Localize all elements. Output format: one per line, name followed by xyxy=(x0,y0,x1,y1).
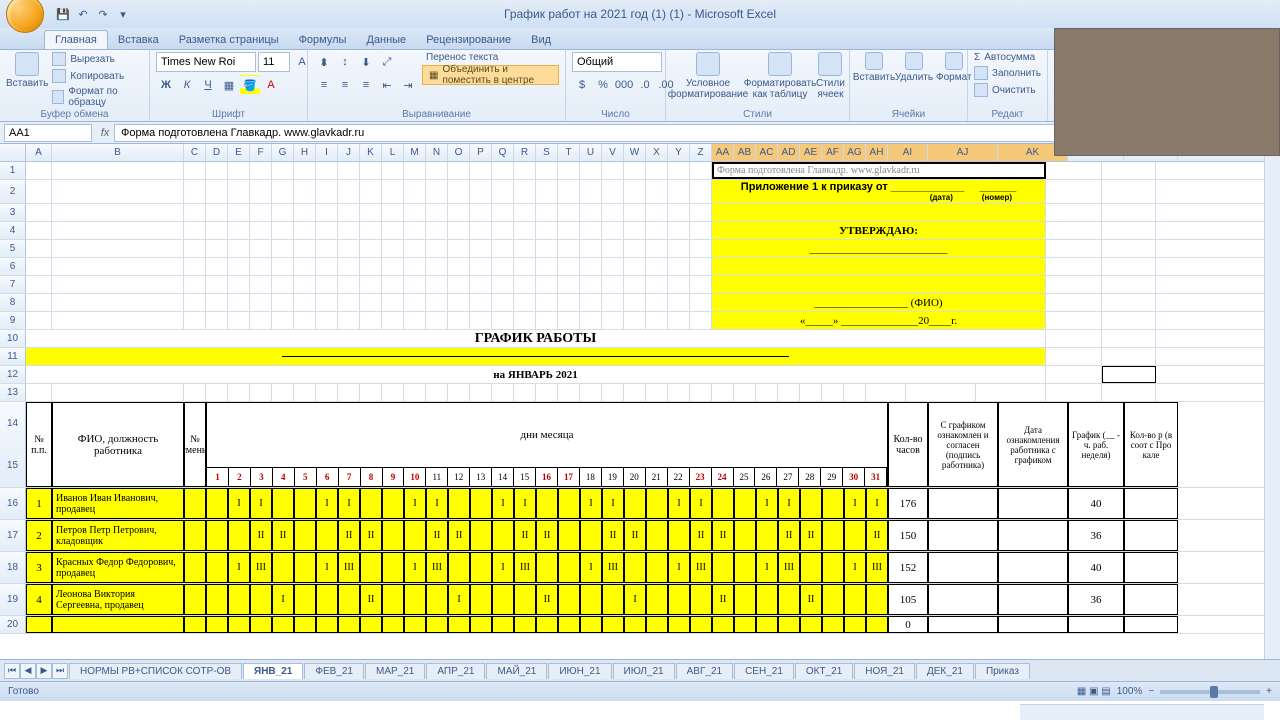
zoom-slider[interactable] xyxy=(1160,690,1260,694)
ribbon-tab-5[interactable]: Рецензирование xyxy=(416,31,521,49)
status-bar: Готово ▦ ▣ ▤ 100% − + xyxy=(0,681,1280,701)
align-left[interactable]: ≡ xyxy=(314,75,334,95)
sheet-nav-prev[interactable]: ◀ xyxy=(20,663,36,679)
sheet-nav-first[interactable]: ⏮ xyxy=(4,663,20,679)
paste-button[interactable]: Вставить xyxy=(6,52,48,89)
font-name-input[interactable] xyxy=(156,52,256,72)
redo-icon[interactable]: ↷ xyxy=(94,5,112,23)
sheet-tab[interactable]: МАЙ_21 xyxy=(486,663,547,679)
sheet-tab[interactable]: МАР_21 xyxy=(365,663,425,679)
border-button[interactable]: ▦ xyxy=(219,75,239,95)
indent-inc[interactable]: ⇥ xyxy=(398,75,418,95)
webcam-overlay xyxy=(1054,28,1280,156)
percent-button[interactable]: % xyxy=(593,75,613,95)
group-cells: Вставить Удалить Формат Ячейки xyxy=(850,50,968,121)
autosum-button[interactable]: ΣАвтосумма xyxy=(974,52,1041,63)
sheet-tab[interactable]: ДЕК_21 xyxy=(916,663,974,679)
sheet-tab[interactable]: Приказ xyxy=(975,663,1030,679)
indent-dec[interactable]: ⇤ xyxy=(377,75,397,95)
format-table-button[interactable]: Форматировать как таблицу xyxy=(748,52,812,100)
worksheet-grid[interactable]: ABCDEFGHIJKLMNOPQRSTUVWXYZAAABACADAEAFAG… xyxy=(0,144,1280,659)
title-bar: 💾 ↶ ↷ ▾ График работ на 2021 год (1) (1)… xyxy=(0,0,1280,28)
insert-cells-button[interactable]: Вставить xyxy=(856,52,892,83)
sheet-tab[interactable]: ИЮН_21 xyxy=(548,663,611,679)
format-painter-button[interactable]: Формат по образцу xyxy=(52,86,143,108)
orientation[interactable]: ⤢ xyxy=(377,52,397,72)
sheet-tab[interactable]: ЯНВ_21 xyxy=(243,663,303,679)
ribbon-tab-4[interactable]: Данные xyxy=(356,31,416,49)
horizontal-scrollbar[interactable] xyxy=(1020,704,1264,720)
name-box[interactable] xyxy=(4,124,92,142)
currency-button[interactable]: $ xyxy=(572,75,592,95)
font-color-button[interactable]: A xyxy=(261,75,281,95)
sheet-tab[interactable]: НОЯ_21 xyxy=(854,663,915,679)
group-number: $ % 000 .0 .00 Число xyxy=(566,50,666,121)
align-middle[interactable]: ↕ xyxy=(335,52,355,72)
inc-decimal[interactable]: .0 xyxy=(635,75,655,95)
view-buttons[interactable]: ▦ ▣ ▤ xyxy=(1077,686,1111,697)
group-clipboard: Вставить Вырезать Копировать Формат по о… xyxy=(0,50,150,121)
copy-button[interactable]: Копировать xyxy=(52,69,143,83)
align-top[interactable]: ⬆ xyxy=(314,52,334,72)
conditional-format-button[interactable]: Условное форматирование xyxy=(672,52,744,100)
cut-button[interactable]: Вырезать xyxy=(52,52,143,66)
ribbon-tab-1[interactable]: Вставка xyxy=(108,31,169,49)
sheet-tab[interactable]: АВГ_21 xyxy=(676,663,733,679)
group-styles: Условное форматирование Форматировать ка… xyxy=(666,50,850,121)
save-icon[interactable]: 💾 xyxy=(54,5,72,23)
fill-color-button[interactable]: 🪣 xyxy=(240,75,260,95)
sheet-tab[interactable]: СЕН_21 xyxy=(734,663,794,679)
wrap-text-button[interactable]: Перенос текста xyxy=(422,52,559,63)
sheet-tab-bar: ⏮ ◀ ▶ ⏭ НОРМЫ РВ+СПИСОК СОТР-ОВЯНВ_21ФЕВ… xyxy=(0,659,1280,681)
ribbon-tab-6[interactable]: Вид xyxy=(521,31,561,49)
sheet-tab[interactable]: ФЕВ_21 xyxy=(304,663,364,679)
merge-center-button[interactable]: ▦Объединить и поместить в центре xyxy=(422,65,559,85)
comma-button[interactable]: 000 xyxy=(614,75,634,95)
fill-button[interactable]: Заполнить xyxy=(974,66,1041,80)
group-alignment: ⬆ ↕ ⬇ ⤢ ≡ ≡ ≡ ⇤ ⇥ Перенос текста ▦Объеди… xyxy=(308,50,566,121)
align-center[interactable]: ≡ xyxy=(335,75,355,95)
sheet-nav-next[interactable]: ▶ xyxy=(36,663,52,679)
sheet-tab[interactable]: ОКТ_21 xyxy=(795,663,853,679)
clear-button[interactable]: Очистить xyxy=(974,83,1041,97)
format-cells-button[interactable]: Формат xyxy=(936,52,972,83)
ribbon-tab-0[interactable]: Главная xyxy=(44,30,108,49)
zoom-in[interactable]: + xyxy=(1266,686,1272,697)
fx-icon[interactable]: fx xyxy=(96,127,114,139)
status-ready: Готово xyxy=(8,686,39,697)
delete-cells-button[interactable]: Удалить xyxy=(896,52,932,83)
sheet-tab[interactable]: АПР_21 xyxy=(426,663,485,679)
underline-button[interactable]: Ч xyxy=(198,75,218,95)
sheet-tab[interactable]: ИЮЛ_21 xyxy=(613,663,675,679)
group-font: A A Ж К Ч ▦ 🪣 A Шрифт xyxy=(150,50,308,121)
zoom-out[interactable]: − xyxy=(1148,686,1154,697)
align-bottom[interactable]: ⬇ xyxy=(356,52,376,72)
sheet-tab[interactable]: НОРМЫ РВ+СПИСОК СОТР-ОВ xyxy=(69,663,242,679)
italic-button[interactable]: К xyxy=(177,75,197,95)
font-size-input[interactable] xyxy=(258,52,290,72)
qat-dropdown[interactable]: ▾ xyxy=(114,5,132,23)
window-title: График работ на 2021 год (1) (1) - Micro… xyxy=(504,7,776,21)
bold-button[interactable]: Ж xyxy=(156,75,176,95)
zoom-level: 100% xyxy=(1117,686,1143,697)
cell-styles-button[interactable]: Стили ячеек xyxy=(816,52,845,100)
undo-icon[interactable]: ↶ xyxy=(74,5,92,23)
ribbon-tab-3[interactable]: Формулы xyxy=(289,31,357,49)
sheet-nav-last[interactable]: ⏭ xyxy=(52,663,68,679)
align-right[interactable]: ≡ xyxy=(356,75,376,95)
quick-access-toolbar: 💾 ↶ ↷ ▾ xyxy=(54,5,132,23)
number-format-select[interactable] xyxy=(572,52,662,72)
vertical-scrollbar[interactable] xyxy=(1264,144,1280,659)
group-editing: ΣАвтосумма Заполнить Очистить Редакт xyxy=(968,50,1048,121)
ribbon-tab-2[interactable]: Разметка страницы xyxy=(169,31,289,49)
